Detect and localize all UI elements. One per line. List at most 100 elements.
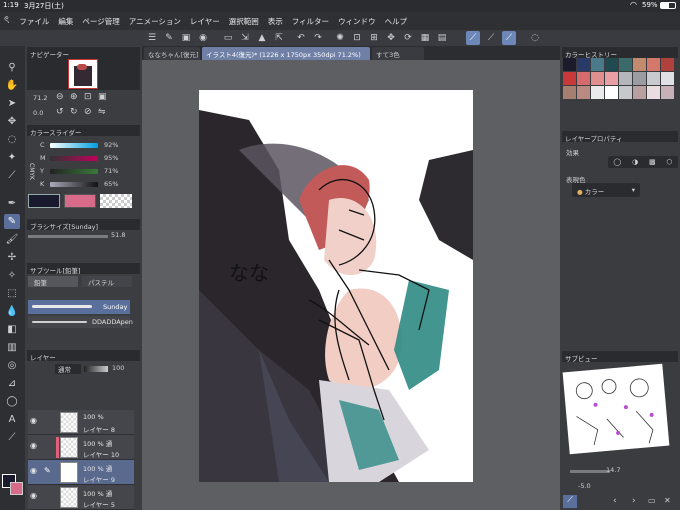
color-history-grid[interactable] — [563, 58, 677, 118]
text-tool-icon[interactable]: A — [4, 412, 20, 427]
redo-icon[interactable]: ↷ — [311, 31, 325, 45]
menu-window[interactable]: ウィンドウ — [338, 16, 376, 27]
channel-y-slider[interactable] — [50, 169, 98, 174]
color-history-swatch[interactable] — [591, 86, 604, 99]
subview-zoom-slider[interactable] — [570, 470, 610, 473]
loading-icon[interactable]: ✺ — [333, 31, 347, 45]
color-history-swatch[interactable] — [633, 72, 646, 85]
ruler-icon[interactable]: ▤ — [435, 31, 449, 45]
export-icon[interactable]: ⇲ — [238, 31, 252, 45]
color-history-swatch[interactable] — [647, 58, 660, 71]
reset-rotate-icon[interactable]: ⊘ — [84, 107, 92, 117]
subview-preview[interactable] — [562, 363, 670, 455]
fill-tool-icon[interactable]: ◧ — [4, 322, 20, 337]
rotate-icon[interactable]: ⟳ — [401, 31, 415, 45]
eyedropper-icon[interactable]: ⟋ — [4, 168, 20, 183]
color-history-swatch[interactable] — [661, 58, 674, 71]
hand-tool-icon[interactable]: ✋ — [4, 78, 20, 93]
subview-eyedropper-icon[interactable]: ⟋ — [563, 495, 577, 508]
snap-special-icon[interactable]: ⟋ — [484, 31, 498, 45]
color-history-swatch[interactable] — [577, 86, 590, 99]
menu-edit[interactable]: 編集 — [58, 16, 73, 27]
pen-tool-icon[interactable]: ✒ — [4, 196, 20, 211]
color-history-swatch[interactable] — [563, 72, 576, 85]
zoom-in-icon[interactable]: ⊕ — [70, 92, 78, 102]
grid-icon[interactable]: ▦ — [418, 31, 432, 45]
blend-mode-select[interactable]: 通常 — [55, 364, 81, 374]
tab-document-2[interactable]: イラスト4(復元)* (1226 x 1750px 350dpi 71.2%) — [202, 47, 370, 60]
blend-icon[interactable]: 💧 — [4, 304, 20, 319]
snap-ruler-icon[interactable]: ⟋ — [466, 31, 480, 45]
gallery-icon[interactable]: ▣ — [179, 31, 193, 45]
subtool-tab-pastel[interactable]: パステル — [82, 276, 132, 287]
tab-document-3[interactable]: すて3色 — [372, 47, 424, 60]
fill-icon[interactable]: ▲ — [255, 31, 269, 45]
actual-size-icon[interactable]: ▣ — [98, 92, 107, 102]
drawing-canvas[interactable]: なな — [199, 90, 473, 482]
menu-layer[interactable]: レイヤー — [190, 16, 220, 27]
eye-icon[interactable]: ◉ — [30, 466, 39, 475]
snap-icon[interactable]: ✥ — [384, 31, 398, 45]
undo-icon[interactable]: ↶ — [294, 31, 308, 45]
eraser-icon[interactable]: ⬚ — [4, 286, 20, 301]
gradient-icon[interactable]: ▥ — [4, 340, 20, 355]
app-logo-icon[interactable]: ৎ — [4, 13, 9, 30]
select-all-icon[interactable]: ⊡ — [350, 31, 364, 45]
new-file-icon[interactable]: ✎ — [162, 31, 176, 45]
move-tool-icon[interactable]: ✥ — [4, 114, 20, 129]
sub-color-swatch[interactable] — [10, 482, 23, 495]
layer-row[interactable]: ◉ 100 % レイヤー 8 — [28, 410, 134, 435]
color-history-swatch[interactable] — [577, 58, 590, 71]
color-history-swatch[interactable] — [605, 72, 618, 85]
pencil-tool-icon[interactable]: ✎ — [4, 214, 20, 229]
rotate-right-icon[interactable]: ↻ — [70, 107, 78, 117]
opacity-slider[interactable] — [84, 366, 108, 372]
color-history-swatch[interactable] — [619, 58, 632, 71]
channel-k-slider[interactable] — [50, 182, 98, 187]
tab-document-1[interactable]: ななちゃん[復元] — [144, 47, 200, 60]
brush-size-slider[interactable] — [28, 235, 108, 238]
clear-icon[interactable]: ▭ — [221, 31, 235, 45]
color-history-swatch[interactable] — [563, 86, 576, 99]
transform-icon[interactable]: ⇱ — [272, 31, 286, 45]
color-history-swatch[interactable] — [591, 58, 604, 71]
shape-icon[interactable]: ◎ — [4, 358, 20, 373]
layer-row[interactable]: ◉ 100 % 通 レイヤー 10 — [28, 435, 134, 460]
assistant-icon[interactable]: ◌ — [528, 31, 542, 45]
invert-icon[interactable]: ⊞ — [367, 31, 381, 45]
auto-select-icon[interactable]: ✦ — [4, 150, 20, 165]
color-history-swatch[interactable] — [647, 86, 660, 99]
screen-icon[interactable]: ⬡ — [666, 158, 672, 166]
brush-item-ddaddapen[interactable]: DDADDApen — [28, 316, 133, 328]
color-history-swatch[interactable] — [661, 86, 674, 99]
tone-icon[interactable]: ◑ — [632, 158, 638, 166]
color-history-swatch[interactable] — [661, 72, 674, 85]
menu-animation[interactable]: アニメーション — [129, 16, 181, 27]
color-history-swatch[interactable] — [591, 72, 604, 85]
folder-icon[interactable]: ▭ — [648, 496, 656, 505]
cloud-icon[interactable]: ◉ — [196, 31, 210, 45]
zoom-out-icon[interactable]: ⊖ — [56, 92, 64, 102]
ruler-tool-icon[interactable]: ⟋ — [4, 430, 20, 445]
color-history-swatch[interactable] — [619, 72, 632, 85]
color-history-swatch[interactable] — [563, 58, 576, 71]
menu-page[interactable]: ページ管理 — [82, 16, 119, 27]
color-history-swatch[interactable] — [577, 72, 590, 85]
border-effect-icon[interactable]: ◯ — [613, 158, 621, 166]
menu-icon[interactable]: ☰ — [145, 31, 159, 45]
airbrush-icon[interactable]: ✢ — [4, 250, 20, 265]
layer-row[interactable]: ◉ 100 % 通 レイヤー 5 — [28, 485, 134, 510]
prev-icon[interactable]: ‹ — [613, 496, 617, 506]
brush-tool-icon[interactable]: 🖌 — [4, 232, 20, 247]
color-history-swatch[interactable] — [647, 72, 660, 85]
operation-tool-icon[interactable]: ➤ — [4, 96, 20, 111]
menu-selection[interactable]: 選択範囲 — [229, 16, 259, 27]
color-history-swatch[interactable] — [605, 58, 618, 71]
rotate-left-icon[interactable]: ↺ — [56, 107, 64, 117]
main-color-chip[interactable] — [28, 194, 60, 208]
color-history-swatch[interactable] — [633, 86, 646, 99]
next-icon[interactable]: › — [632, 496, 636, 506]
frame-icon[interactable]: ⊿ — [4, 376, 20, 391]
navigator-preview[interactable] — [27, 58, 140, 90]
channel-c-slider[interactable] — [50, 143, 98, 148]
